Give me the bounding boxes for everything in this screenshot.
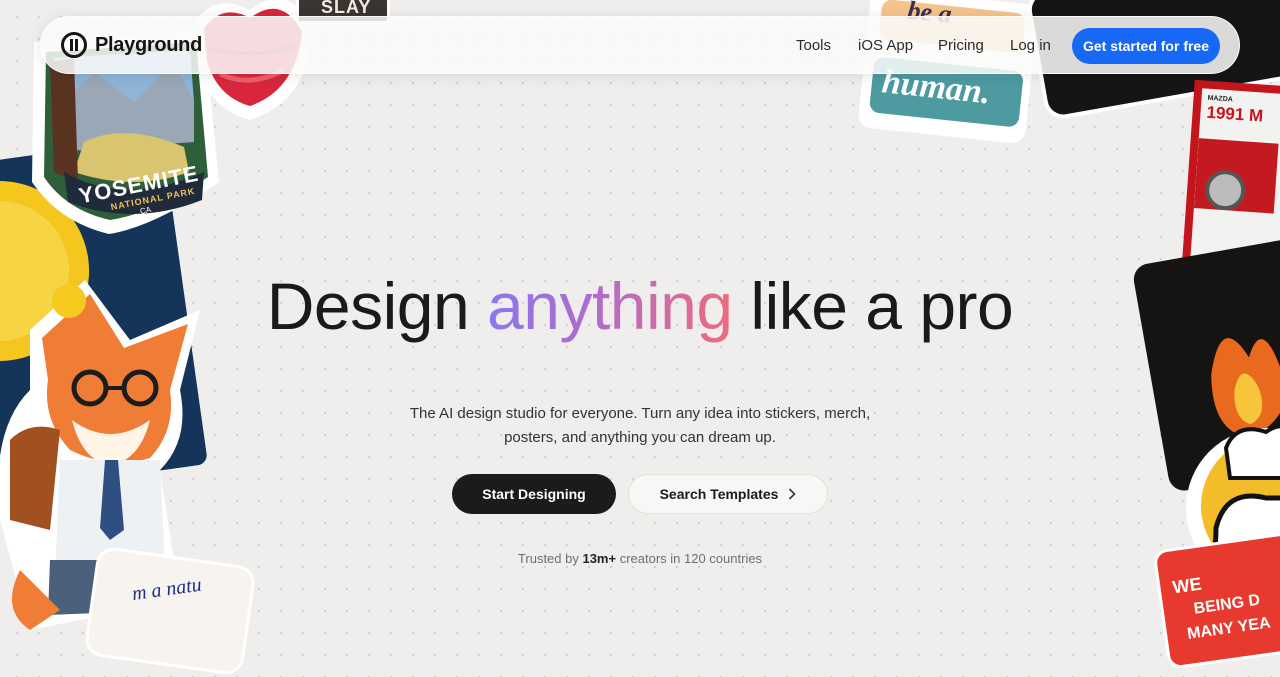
car-year-text: 1991 M (1205, 102, 1264, 126)
trust-prefix: Trusted by (517, 551, 583, 566)
trust-suffix: creators in 120 countries (616, 551, 763, 566)
hero-headline: Design anything like a pro (0, 268, 1280, 344)
poster-text-3: MANY YEA (1186, 614, 1272, 643)
hero-subtitle: The AI design studio for everyone. Turn … (409, 405, 871, 446)
start-designing-label: Start Designing (482, 486, 586, 502)
headline-highlight: anything (487, 269, 733, 343)
nav-link-login[interactable]: Log in (1010, 37, 1051, 54)
nav-link-ios-app[interactable]: iOS App (858, 37, 913, 54)
nav-link-pricing[interactable]: Pricing (938, 37, 984, 54)
headline-part-1: Design (266, 269, 488, 343)
poster-text-1: WE (1171, 573, 1203, 598)
logo-icon (61, 32, 87, 58)
nature-text: m a natu (130, 573, 204, 606)
poster-text-2: BEING D (1192, 591, 1262, 618)
chevron-right-icon (789, 488, 797, 500)
trust-count: 13m+ (582, 551, 617, 566)
brand-logo[interactable]: Playground (61, 32, 202, 58)
brand-name: Playground (95, 33, 203, 56)
search-templates-label: Search Templates (659, 486, 779, 502)
start-designing-button[interactable]: Start Designing (452, 474, 616, 514)
search-templates-button[interactable]: Search Templates (628, 474, 828, 514)
trust-line: Trusted by 13m+ creators in 120 countrie… (0, 551, 1280, 566)
nav-link-tools[interactable]: Tools (796, 37, 831, 54)
get-started-button[interactable]: Get started for free (1072, 28, 1220, 64)
headline-part-2: like a pro (732, 269, 1014, 343)
top-nav: Playground Tools iOS App Pricing Log in … (40, 16, 1240, 74)
